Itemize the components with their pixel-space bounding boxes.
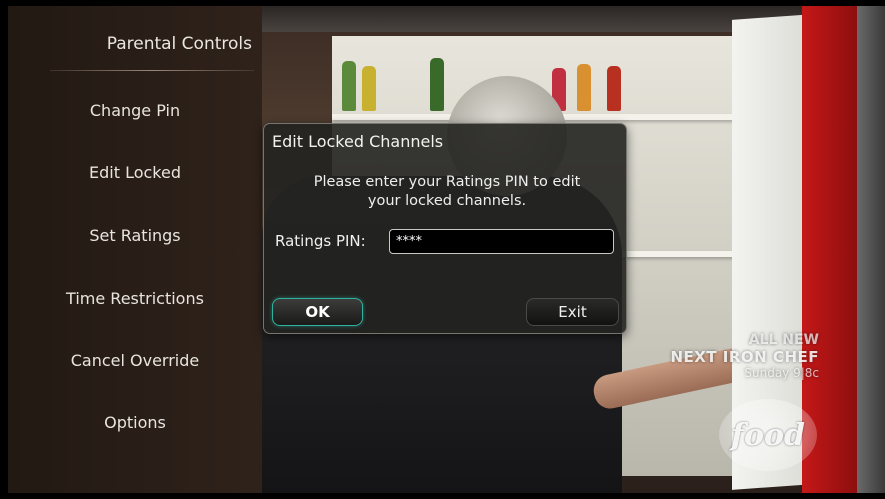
menu-item-edit-locked[interactable]: Edit Locked bbox=[8, 163, 262, 182]
bottle bbox=[577, 64, 591, 111]
promo-line-2: NEXT IRON CHEF bbox=[670, 348, 819, 366]
promo-line-3: Sunday 9|8c bbox=[744, 366, 819, 380]
menu-item-options[interactable]: Options bbox=[8, 413, 262, 432]
edit-locked-channels-dialog: Edit Locked Channels Please enter your R… bbox=[263, 123, 627, 334]
dialog-message-line-1: Please enter your Ratings PIN to edit bbox=[313, 174, 581, 190]
channel-logo-text: food bbox=[731, 417, 805, 453]
bottle bbox=[430, 58, 444, 111]
menu-item-set-ratings[interactable]: Set Ratings bbox=[8, 226, 262, 245]
dialog-message-line-2: your locked channels. bbox=[367, 193, 527, 209]
exit-button[interactable]: Exit bbox=[526, 298, 619, 326]
ratings-pin-input[interactable] bbox=[389, 229, 614, 254]
menu-title: Parental Controls bbox=[106, 34, 252, 54]
menu-item-time-restrictions[interactable]: Time Restrictions bbox=[8, 289, 262, 308]
bottle bbox=[607, 66, 621, 111]
dialog-message: Please enter your Ratings PIN to edit yo… bbox=[282, 173, 612, 211]
menu-item-change-pin[interactable]: Change Pin bbox=[8, 101, 262, 120]
parental-controls-menu: Parental Controls Change Pin Edit Locked… bbox=[8, 6, 262, 493]
fridge-steel-edge bbox=[857, 6, 885, 493]
menu-item-cancel-override[interactable]: Cancel Override bbox=[8, 351, 262, 370]
pin-label: Ratings PIN: bbox=[275, 232, 366, 250]
dialog-title: Edit Locked Channels bbox=[272, 132, 444, 151]
menu-divider bbox=[50, 70, 254, 71]
ok-button[interactable]: OK bbox=[272, 298, 363, 326]
show-promo: ALL NEW NEXT IRON CHEF Sunday 9|8c bbox=[670, 332, 819, 380]
bottle bbox=[342, 61, 356, 111]
channel-logo: food bbox=[719, 399, 817, 471]
bottle bbox=[362, 66, 376, 111]
promo-line-1: ALL NEW bbox=[748, 332, 819, 348]
